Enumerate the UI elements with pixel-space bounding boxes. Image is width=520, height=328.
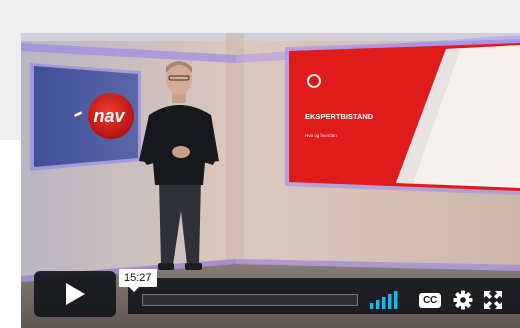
player-controls: CC 15:27 — [34, 269, 520, 319]
settings-icon[interactable] — [453, 290, 473, 310]
slide-title: EKSPERTBISTAND — [305, 112, 374, 121]
nav-logo-text: nav — [93, 106, 125, 126]
fullscreen-icon[interactable] — [484, 291, 502, 309]
play-icon — [66, 283, 85, 305]
current-time-tooltip: 15:27 — [119, 269, 157, 292]
progress-bar[interactable] — [142, 294, 358, 306]
play-button[interactable] — [34, 271, 116, 317]
volume-icon[interactable] — [370, 291, 400, 309]
video-player[interactable]: nav EKSPERTBISTAND Hva og hvordan CC 15:… — [21, 33, 520, 328]
slide-subtitle: Hva og hvordan — [305, 133, 337, 138]
closed-captions-button[interactable]: CC — [419, 293, 441, 308]
control-bar: CC — [128, 278, 520, 314]
